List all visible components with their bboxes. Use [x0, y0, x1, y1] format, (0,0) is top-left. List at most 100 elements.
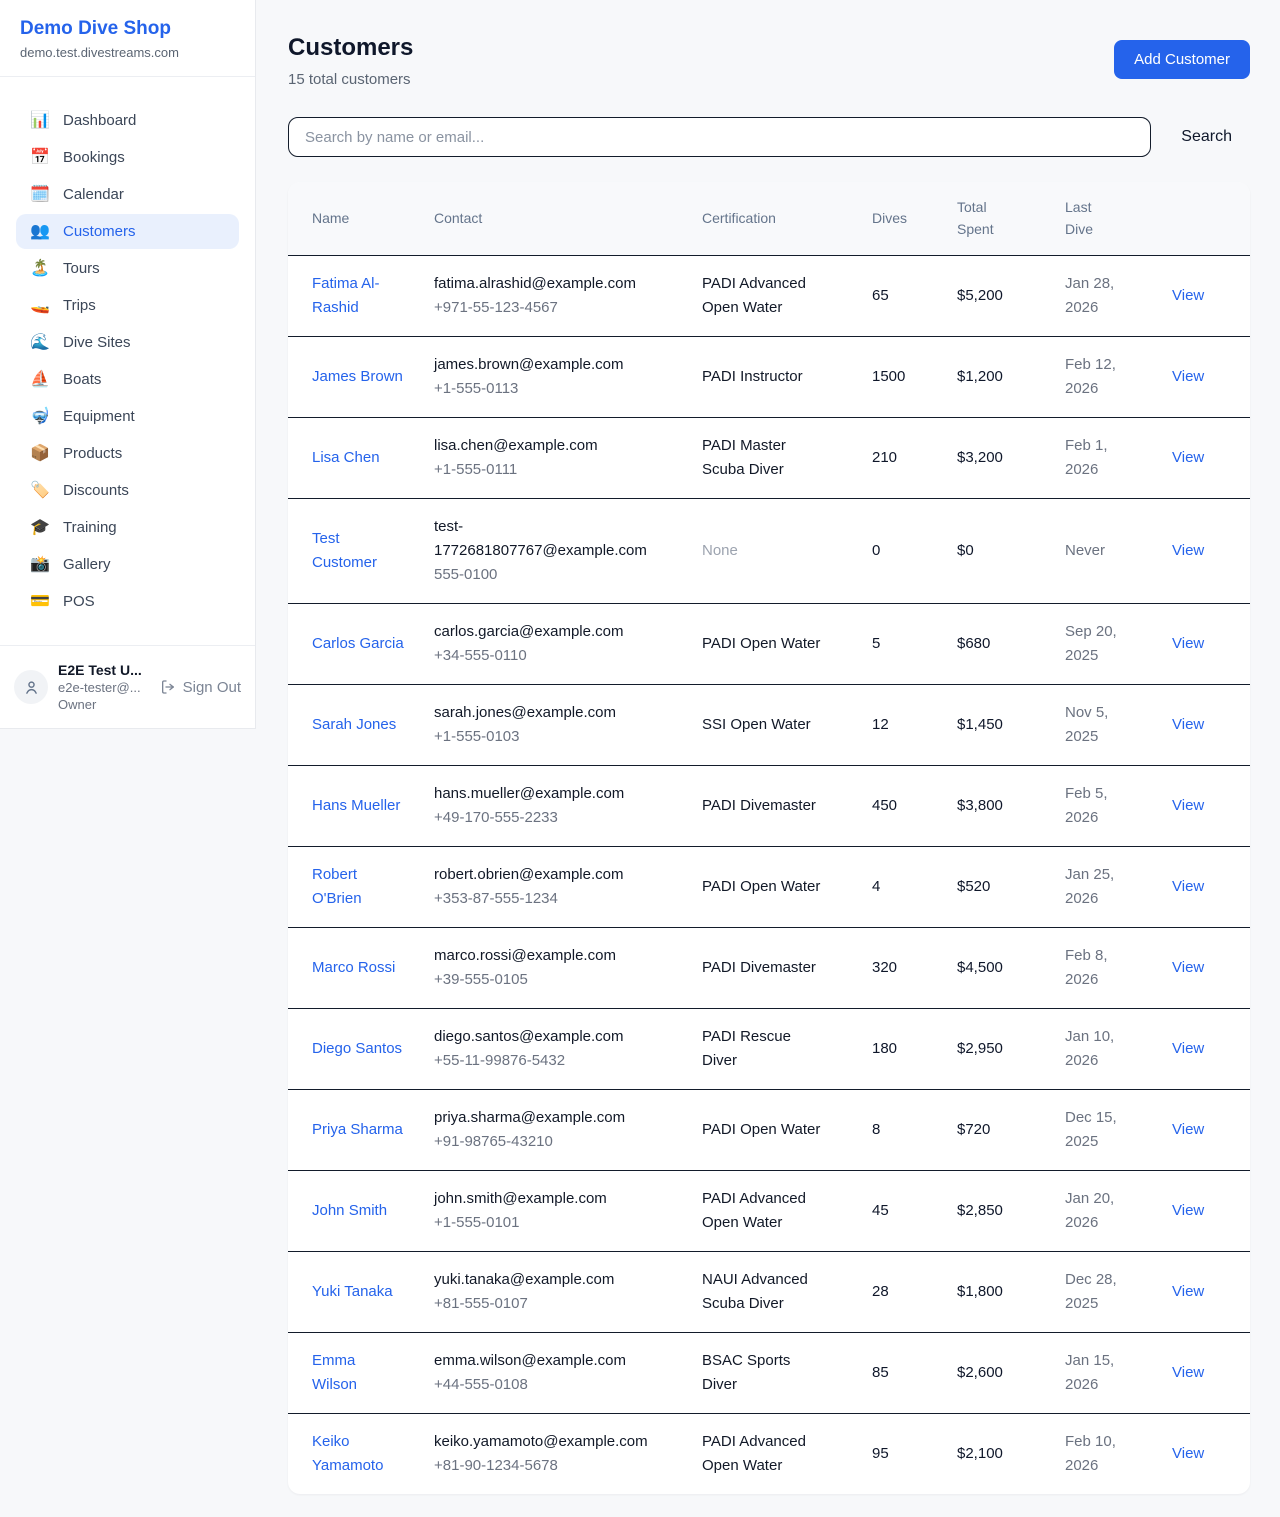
- customer-dives: 320: [872, 959, 897, 976]
- customer-last-dive: Feb 1, 2026: [1065, 434, 1129, 482]
- sidebar-item-pos[interactable]: 💳 POS: [16, 584, 239, 619]
- sidebar-item-training[interactable]: 🎓 Training: [16, 510, 239, 545]
- customer-name-link[interactable]: Hans Mueller: [312, 794, 400, 818]
- customer-name-link[interactable]: John Smith: [312, 1199, 387, 1223]
- view-link[interactable]: View: [1172, 287, 1204, 304]
- view-link[interactable]: View: [1172, 449, 1204, 466]
- sidebar-item-bookings[interactable]: 📅 Bookings: [16, 140, 239, 175]
- camera-icon: 📸: [30, 557, 50, 573]
- customer-dives: 5: [872, 635, 880, 652]
- customer-name-link[interactable]: Carlos Garcia: [312, 632, 404, 656]
- customer-dives: 8: [872, 1121, 880, 1138]
- sidebar-item-calendar[interactable]: 🗓️ Calendar: [16, 177, 239, 212]
- view-link[interactable]: View: [1172, 959, 1204, 976]
- sidebar-item-dive-sites[interactable]: 🌊 Dive Sites: [16, 325, 239, 360]
- sign-out-label: Sign Out: [183, 679, 241, 696]
- column-header-contact: Contact: [434, 182, 702, 256]
- customer-last-dive: Feb 12, 2026: [1065, 353, 1129, 401]
- sidebar-item-label: Customers: [63, 223, 136, 240]
- sidebar-item-label: Training: [63, 519, 117, 536]
- customer-dives: 65: [872, 287, 889, 304]
- graduation-cap-icon: 🎓: [30, 520, 50, 536]
- customer-total-spent: $4,500: [957, 959, 1003, 976]
- sidebar: Demo Dive Shop demo.test.divestreams.com…: [0, 0, 256, 729]
- customer-name-link[interactable]: Yuki Tanaka: [312, 1280, 393, 1304]
- view-link[interactable]: View: [1172, 1121, 1204, 1138]
- customer-dives: 45: [872, 1202, 889, 1219]
- customer-name-link[interactable]: Sarah Jones: [312, 713, 396, 737]
- view-link[interactable]: View: [1172, 1445, 1204, 1462]
- speedboat-icon: 🚤: [30, 298, 50, 314]
- customer-email: diego.santos@example.com: [434, 1025, 662, 1049]
- customer-email: marco.rossi@example.com: [434, 944, 662, 968]
- view-link[interactable]: View: [1172, 716, 1204, 733]
- sidebar-item-discounts[interactable]: 🏷️ Discounts: [16, 473, 239, 508]
- view-link[interactable]: View: [1172, 542, 1204, 559]
- column-header-dives: Dives: [872, 182, 957, 256]
- view-link[interactable]: View: [1172, 1202, 1204, 1219]
- customer-name-link[interactable]: Robert O'Brien: [312, 863, 404, 911]
- sidebar-item-dashboard[interactable]: 📊 Dashboard: [16, 103, 239, 138]
- customer-email: fatima.alrashid@example.com: [434, 272, 662, 296]
- view-link[interactable]: View: [1172, 797, 1204, 814]
- sidebar-item-tours[interactable]: 🏝️ Tours: [16, 251, 239, 286]
- customer-certification: PADI Advanced Open Water: [702, 1187, 824, 1235]
- customer-certification: PADI Open Water: [702, 875, 820, 899]
- view-link[interactable]: View: [1172, 1364, 1204, 1381]
- customer-certification: PADI Open Water: [702, 632, 820, 656]
- sidebar-item-gallery[interactable]: 📸 Gallery: [16, 547, 239, 582]
- island-icon: 🏝️: [30, 261, 50, 277]
- customer-phone: +91-98765-43210: [434, 1130, 694, 1154]
- search-input[interactable]: [288, 117, 1151, 157]
- customer-certification: SSI Open Water: [702, 713, 811, 737]
- add-customer-button[interactable]: Add Customer: [1114, 40, 1250, 79]
- customer-last-dive: Jan 28, 2026: [1065, 272, 1129, 320]
- table-row: Keiko Yamamoto keiko.yamamoto@example.co…: [288, 1414, 1250, 1495]
- log-out-icon: [160, 679, 176, 695]
- customer-dives: 28: [872, 1283, 889, 1300]
- sidebar-item-customers[interactable]: 👥 Customers: [16, 214, 239, 249]
- customer-name-link[interactable]: Priya Sharma: [312, 1118, 403, 1142]
- customer-name-link[interactable]: Keiko Yamamoto: [312, 1430, 404, 1478]
- customer-name-link[interactable]: Emma Wilson: [312, 1349, 404, 1397]
- search-button[interactable]: Search: [1181, 128, 1232, 146]
- bar-chart-icon: 📊: [30, 113, 50, 129]
- view-link[interactable]: View: [1172, 635, 1204, 652]
- customer-certification: PADI Rescue Diver: [702, 1025, 824, 1073]
- customer-name-link[interactable]: James Brown: [312, 365, 403, 389]
- customer-email: emma.wilson@example.com: [434, 1349, 662, 1373]
- search-row: Search: [288, 117, 1250, 157]
- customer-dives: 12: [872, 716, 889, 733]
- customer-last-dive: Feb 10, 2026: [1065, 1430, 1129, 1478]
- customer-email: james.brown@example.com: [434, 353, 662, 377]
- customer-total-spent: $3,800: [957, 797, 1003, 814]
- view-link[interactable]: View: [1172, 368, 1204, 385]
- table-row: Hans Mueller hans.mueller@example.com +4…: [288, 766, 1250, 847]
- customers-table-card: Name Contact Certification Dives Total S…: [288, 182, 1250, 1494]
- customer-name-link[interactable]: Fatima Al-Rashid: [312, 272, 404, 320]
- table-row: Yuki Tanaka yuki.tanaka@example.com +81-…: [288, 1252, 1250, 1333]
- customer-name-link[interactable]: Test Customer: [312, 527, 404, 575]
- customer-name-link[interactable]: Diego Santos: [312, 1037, 402, 1061]
- view-link[interactable]: View: [1172, 878, 1204, 895]
- sidebar-item-trips[interactable]: 🚤 Trips: [16, 288, 239, 323]
- customer-phone: +49-170-555-2233: [434, 806, 694, 830]
- customer-total-spent: $5,200: [957, 287, 1003, 304]
- customer-phone: +81-90-1234-5678: [434, 1454, 694, 1478]
- customer-last-dive: Never: [1065, 539, 1105, 563]
- customer-last-dive: Dec 28, 2025: [1065, 1268, 1129, 1316]
- customer-last-dive: Jan 25, 2026: [1065, 863, 1129, 911]
- customer-name-link[interactable]: Marco Rossi: [312, 956, 395, 980]
- view-link[interactable]: View: [1172, 1283, 1204, 1300]
- customer-email: keiko.yamamoto@example.com: [434, 1430, 662, 1454]
- wave-icon: 🌊: [30, 335, 50, 351]
- sign-out-button[interactable]: Sign Out: [160, 679, 241, 696]
- user-email: e2e-tester@...: [58, 680, 150, 695]
- view-link[interactable]: View: [1172, 1040, 1204, 1057]
- sidebar-item-products[interactable]: 📦 Products: [16, 436, 239, 471]
- sidebar-item-equipment[interactable]: 🤿 Equipment: [16, 399, 239, 434]
- customer-name-link[interactable]: Lisa Chen: [312, 446, 380, 470]
- sidebar-item-boats[interactable]: ⛵ Boats: [16, 362, 239, 397]
- customer-total-spent: $1,200: [957, 368, 1003, 385]
- customer-certification: None: [702, 539, 738, 563]
